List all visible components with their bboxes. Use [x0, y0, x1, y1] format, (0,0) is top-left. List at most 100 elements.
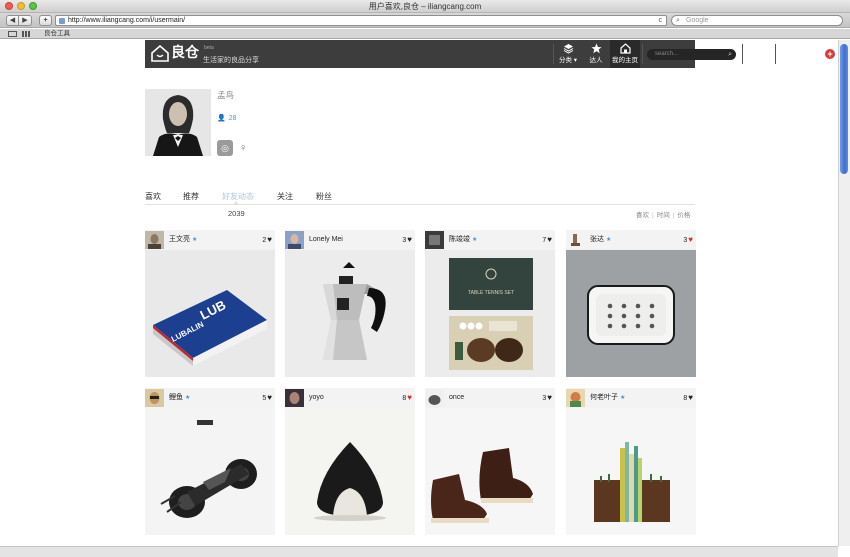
tab-followers[interactable]: 粉丝 [316, 191, 332, 202]
product-image-enamel-soap-dish[interactable] [566, 250, 696, 377]
verified-star-icon: ★ [472, 237, 478, 243]
site-search-input[interactable]: search... ⌕ [647, 49, 736, 60]
user-avatar[interactable] [566, 231, 585, 249]
product-image-table-tennis-set[interactable]: TABLE TENNIS SET [425, 250, 555, 377]
card-header: 何老叶子 ★ 8♥ [566, 388, 696, 408]
card-header: 陈竣竣 ★ 7♥ [425, 230, 555, 250]
nav-my-home[interactable]: 我的主页 [610, 40, 640, 68]
verified-star-icon: ★ [606, 237, 612, 243]
browser-search-placeholder: Google [686, 17, 709, 24]
like-count: 2 [262, 237, 267, 244]
user-avatar[interactable] [425, 231, 444, 249]
address-bar[interactable]: http://www.iliangcang.com/i/usermain/ c [55, 15, 667, 26]
product-image-wood-bookends[interactable] [566, 408, 696, 535]
profile-tabs: 喜欢 推荐 好友动态 关注 粉丝 [145, 191, 695, 205]
card-header: 王文亮 ★ 2♥ [145, 230, 275, 250]
site-search-placeholder: search... [655, 51, 679, 57]
forward-button[interactable]: ▶ [19, 15, 32, 26]
product-card[interactable]: 张达 ★ 3♥ [566, 230, 696, 377]
window-titlebar: 用户喜欢,良仓 – iliangcang.com [0, 0, 850, 13]
messages-link[interactable]: 消息0 [748, 51, 755, 78]
product-card[interactable]: Lonely Mei 3♥ [285, 230, 415, 377]
heart-icon[interactable]: ♥ [688, 393, 693, 402]
site-logo-text[interactable]: 良仓 [171, 44, 199, 60]
fans-count[interactable]: 👤 28 [217, 114, 237, 122]
sort-by-price[interactable]: 价格 [677, 212, 690, 219]
weibo-link-icon[interactable]: ◎ [217, 140, 233, 156]
heart-icon[interactable]: ♥ [547, 393, 552, 402]
tab-likes[interactable]: 喜欢 [145, 191, 161, 202]
bookmarks-bar: 良仓工具 [0, 29, 850, 39]
product-image-batpod-model[interactable] [145, 408, 275, 535]
heart-icon[interactable]: ♥ [267, 235, 272, 244]
card-username[interactable]: 何老叶子 [590, 394, 618, 401]
back-button[interactable]: ◀ [6, 15, 19, 26]
product-card[interactable]: yoyo 8♥ [285, 388, 415, 535]
card-username[interactable]: Lonely Mei [309, 236, 343, 243]
user-avatar[interactable] [425, 389, 444, 407]
card-username[interactable]: once [449, 394, 464, 401]
card-header: 张达 ★ 3♥ [566, 230, 696, 250]
card-username[interactable]: 王文亮 [169, 236, 190, 243]
layers-icon [555, 40, 581, 56]
product-image-lubalin-book[interactable]: LUB LUBALIN [145, 250, 275, 377]
product-card[interactable]: 鲤鱼 ★ 5♥ [145, 388, 275, 535]
reload-icon[interactable]: c [659, 16, 663, 26]
card-header: once 3♥ [425, 388, 555, 408]
product-card[interactable]: 王文亮 ★ 2♥ LUB LUBALIN [145, 230, 275, 377]
fans-count-value: 28 [228, 115, 237, 122]
card-username[interactable]: 鲤鱼 [169, 394, 183, 401]
nav-my-home-label: 我的主页 [612, 57, 638, 64]
header-divider [775, 44, 776, 64]
heart-icon[interactable]: ♥ [688, 235, 693, 244]
account-menu[interactable]: 我的帐户 ▾ [781, 51, 788, 99]
browser-search-field[interactable]: ⌕ Google [671, 15, 843, 26]
bookmarks-book-icon[interactable] [8, 31, 17, 37]
tab-following[interactable]: 关注 [277, 191, 293, 202]
heart-icon[interactable]: ♥ [407, 235, 412, 244]
nav-category[interactable]: 分类 ▾ [555, 40, 581, 68]
user-avatar[interactable] [285, 231, 304, 249]
like-count: 3 [542, 395, 547, 402]
window-title: 用户喜欢,良仓 – iliangcang.com [368, 2, 482, 11]
house-logo-icon[interactable] [151, 45, 169, 62]
profile-avatar[interactable] [145, 89, 211, 156]
sort-by-likes[interactable]: 喜欢 [636, 212, 649, 219]
tab-recommend[interactable]: 推荐 [183, 191, 199, 202]
product-image-leather-chukka-boots[interactable] [425, 408, 555, 535]
card-username[interactable]: yoyo [309, 394, 324, 401]
product-card[interactable]: once 3♥ [425, 388, 555, 535]
sort-by-time[interactable]: 时间 [657, 212, 670, 219]
user-avatar[interactable] [285, 389, 304, 407]
heart-icon[interactable]: ♥ [547, 235, 552, 244]
home-icon [610, 40, 640, 56]
horizontal-scrollbar[interactable] [0, 546, 838, 557]
product-image-chestnut-pet-bed[interactable] [285, 408, 415, 535]
search-icon: ⌕ [676, 17, 680, 24]
user-avatar[interactable] [566, 389, 585, 407]
search-icon[interactable]: ⌕ [728, 49, 732, 60]
vertical-scrollbar-thumb[interactable] [840, 44, 848, 174]
header-divider [642, 44, 643, 64]
heart-icon[interactable]: ♥ [407, 393, 412, 402]
add-bookmark-button[interactable]: + [39, 15, 52, 26]
like-count: 5 [262, 395, 267, 402]
card-username[interactable]: 陈竣竣 [449, 236, 470, 243]
user-avatar[interactable] [145, 389, 164, 407]
product-image-bialetti-moka-pot[interactable] [285, 250, 415, 377]
user-avatar[interactable] [145, 231, 164, 249]
product-card[interactable]: 何老叶子 ★ 8♥ [566, 388, 696, 535]
bookmark-link[interactable]: 良仓工具 [44, 29, 70, 39]
product-card[interactable]: 陈竣竣 ★ 7♥ TABLE TENNIS SET [425, 230, 555, 377]
heart-icon[interactable]: ♥ [267, 393, 272, 402]
active-tab-pointer [233, 201, 239, 205]
browser-toolbar: ◀ ▶ + http://www.iliangcang.com/i/userma… [0, 13, 850, 28]
favicon-icon [59, 18, 65, 24]
card-username[interactable]: 张达 [590, 236, 604, 243]
nav-talent[interactable]: 达人 [584, 40, 608, 68]
site-tagline: 生活家的良品分享 [203, 57, 259, 64]
add-item-button[interactable]: + [825, 49, 835, 59]
top-sites-grid-icon[interactable] [22, 31, 30, 37]
card-header: 鲤鱼 ★ 5♥ [145, 388, 275, 408]
like-count: 8 [683, 395, 688, 402]
